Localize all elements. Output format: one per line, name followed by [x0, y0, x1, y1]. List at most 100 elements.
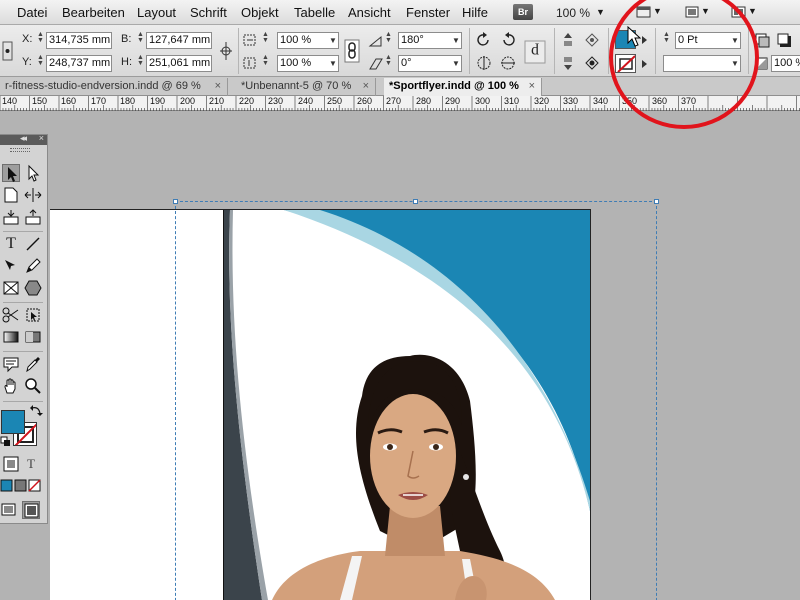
- menu-hilfe[interactable]: Hilfe: [462, 5, 488, 20]
- close-icon[interactable]: ×: [39, 133, 44, 143]
- y-position-field[interactable]: 248,737 mm: [46, 55, 112, 72]
- hexagon-icon: [24, 280, 42, 296]
- menu-schrift[interactable]: Schrift: [190, 5, 227, 20]
- zoom-level[interactable]: 100 %: [556, 6, 590, 20]
- scissors-tool[interactable]: [2, 306, 20, 324]
- fill-swatch[interactable]: [1, 410, 25, 434]
- tab-label: r-fitness-studio-endversion.indd @ 69 %: [5, 80, 201, 92]
- rotation-stepper[interactable]: ▲ ▼: [385, 31, 393, 44]
- menu-bearbeiten[interactable]: Bearbeiten: [62, 5, 125, 20]
- select-previous-object-icon[interactable]: [584, 32, 600, 48]
- ruler-label: 340: [593, 96, 609, 106]
- chevron-down-icon[interactable]: ▼: [329, 36, 337, 45]
- width-field[interactable]: 127,647 mm: [146, 32, 212, 49]
- menu-layout[interactable]: Layout: [137, 5, 176, 20]
- panel-grip[interactable]: [10, 148, 30, 152]
- menu-tabelle[interactable]: Tabelle: [294, 5, 335, 20]
- menu-objekt[interactable]: Objekt: [241, 5, 279, 20]
- drop-shadow-icon[interactable]: [776, 32, 792, 48]
- type-tool[interactable]: T: [2, 235, 20, 253]
- selection-handle[interactable]: [413, 199, 418, 204]
- tools-panel: ◂◂ × T T: [0, 133, 48, 524]
- rectangle-frame-tool[interactable]: [2, 279, 20, 297]
- height-field[interactable]: 251,061 mm: [146, 55, 212, 72]
- selection-handle[interactable]: [173, 199, 178, 204]
- chevron-down-icon[interactable]: ▼: [596, 7, 605, 17]
- gradient-tool[interactable]: [2, 328, 20, 346]
- gradient-feather-tool[interactable]: [24, 328, 42, 346]
- tab-fitness-studio[interactable]: r-fitness-studio-endversion.indd @ 69 % …: [0, 78, 228, 96]
- shear-stepper[interactable]: ▲ ▼: [385, 54, 393, 67]
- select-content-icon[interactable]: [560, 55, 576, 71]
- menu-datei[interactable]: Datei: [17, 5, 47, 20]
- separator: [3, 351, 43, 352]
- chevron-down-icon[interactable]: ▼: [452, 59, 460, 68]
- y-label: Y:: [22, 56, 32, 68]
- swap-fill-stroke-icon[interactable]: [29, 404, 43, 418]
- close-icon[interactable]: ×: [215, 78, 221, 95]
- normal-view-mode[interactable]: [0, 501, 18, 519]
- selection-handle[interactable]: [654, 199, 659, 204]
- chain-link-icon[interactable]: [344, 39, 360, 63]
- scale-y-stepper[interactable]: ▲ ▼: [262, 54, 270, 67]
- selection-tool[interactable]: [2, 164, 20, 182]
- opacity-field[interactable]: 100 %: [771, 55, 800, 72]
- flip-vertical-icon[interactable]: [500, 55, 516, 71]
- width-stepper[interactable]: ▲ ▼: [137, 31, 145, 44]
- x-position-field[interactable]: 314,735 mm: [46, 32, 112, 49]
- constrain-proportions-icon[interactable]: [219, 41, 233, 61]
- pen-tool[interactable]: [2, 257, 20, 275]
- reference-point-icon[interactable]: [2, 40, 14, 62]
- tab-unbenannt-5[interactable]: *Unbenannt-5 @ 70 % ×: [236, 78, 376, 96]
- select-container-icon[interactable]: [560, 32, 576, 48]
- direct-selection-tool[interactable]: [24, 164, 42, 182]
- x-stepper[interactable]: ▲ ▼: [37, 31, 45, 44]
- collapse-icon[interactable]: ◂◂: [20, 133, 27, 144]
- scale-x-stepper[interactable]: ▲ ▼: [262, 31, 270, 44]
- y-stepper[interactable]: ▲ ▼: [37, 54, 45, 67]
- ruler-label: 180: [120, 96, 136, 106]
- content-placer-tool[interactable]: [24, 208, 42, 226]
- height-stepper[interactable]: ▲ ▼: [137, 54, 145, 67]
- eyedropper-tool[interactable]: [24, 355, 42, 373]
- apply-none-button[interactable]: [28, 477, 42, 495]
- chevron-down-icon[interactable]: ▼: [452, 36, 460, 45]
- apply-color-button[interactable]: [0, 477, 14, 495]
- formatting-affects-text[interactable]: T: [22, 455, 40, 473]
- ruler-label: 160: [61, 96, 77, 106]
- default-fill-stroke-icon[interactable]: [0, 436, 12, 448]
- content-collector-tool[interactable]: [2, 208, 20, 226]
- select-next-object-icon[interactable]: [584, 55, 600, 71]
- tools-panel-header[interactable]: ◂◂ ×: [0, 133, 47, 145]
- tab-sportflyer[interactable]: *Sportflyer.indd @ 100 % ×: [384, 78, 542, 96]
- bridge-button[interactable]: Br: [513, 4, 533, 20]
- selection-bounding-box[interactable]: [175, 201, 657, 600]
- chevron-down-icon[interactable]: ▼: [329, 59, 337, 68]
- hand-tool[interactable]: [2, 377, 20, 395]
- menu-fenster[interactable]: Fenster: [406, 5, 450, 20]
- formatting-affects-container[interactable]: [2, 455, 20, 473]
- flip-horizontal-icon[interactable]: [476, 55, 492, 71]
- preview-view-mode[interactable]: [22, 501, 40, 519]
- rotate-clockwise-icon[interactable]: [476, 32, 492, 48]
- selection-arrow-icon: [8, 167, 17, 182]
- rotate-counterclockwise-icon[interactable]: [500, 32, 516, 48]
- gap-tool[interactable]: [24, 186, 42, 204]
- separator: [3, 231, 43, 232]
- note-tool[interactable]: [2, 355, 20, 373]
- free-transform-tool[interactable]: [24, 306, 42, 324]
- line-icon: [26, 237, 40, 251]
- close-icon[interactable]: ×: [363, 78, 369, 95]
- polygon-tool[interactable]: [24, 279, 42, 297]
- document-canvas[interactable]: [0, 111, 800, 600]
- line-tool[interactable]: [24, 235, 42, 253]
- content-placer-icon: [25, 209, 41, 225]
- ruler-label: 270: [386, 96, 402, 106]
- menu-ansicht[interactable]: Ansicht: [348, 5, 391, 20]
- close-icon[interactable]: ×: [529, 78, 535, 95]
- rectangle-frame-icon: [3, 281, 19, 295]
- apply-gradient-button[interactable]: [14, 477, 28, 495]
- pencil-tool[interactable]: [24, 257, 42, 275]
- page-tool[interactable]: [2, 186, 20, 204]
- zoom-tool[interactable]: [24, 377, 42, 395]
